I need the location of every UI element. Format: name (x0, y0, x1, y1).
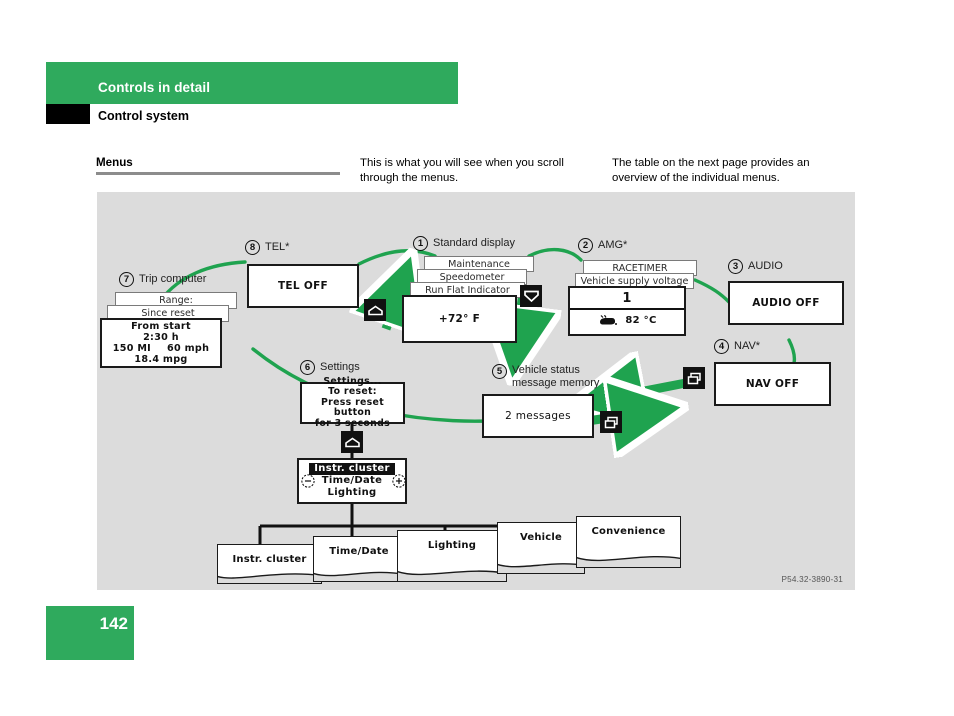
settings-line-4: for 3 seconds (315, 417, 390, 429)
callout-label: AMG* (598, 239, 628, 252)
chapter-title: Controls in detail (98, 80, 211, 95)
submenu-item-lighting[interactable]: Lighting (328, 487, 377, 499)
down-arrow-icon[interactable] (520, 285, 542, 307)
callout-number: 4 (714, 339, 729, 354)
trip-from-start-title: From start (131, 321, 191, 332)
menus-rule (96, 172, 340, 175)
page-number: 142 (99, 614, 128, 633)
plus-button[interactable] (391, 473, 407, 489)
callout-1-standard-display: 1 Standard display (413, 236, 515, 251)
menus-heading: Menus (96, 156, 133, 169)
amg-oil-temperature: 82 °C (625, 315, 657, 326)
submenu-selected-item[interactable]: Instr. cluster (309, 463, 395, 475)
callout-number: 2 (578, 238, 593, 253)
callout-3-audio: 3 AUDIO (728, 259, 783, 274)
section-title: Control system (98, 109, 189, 123)
callout-number: 6 (300, 360, 315, 375)
callout-number: 1 (413, 236, 428, 251)
section-color-swatch (46, 104, 90, 124)
torn-edge (577, 556, 680, 567)
settings-line-3: Press reset button (321, 396, 384, 419)
bottom-tab-time-date[interactable]: Time/Date (313, 536, 405, 582)
callout-label: NAV* (734, 340, 761, 353)
figure-caption: P54.32-3890-31 (781, 575, 843, 584)
tab-label: Time/Date (329, 546, 389, 557)
bottom-tab-convenience[interactable]: Convenience (576, 516, 681, 568)
torn-edge (398, 570, 506, 581)
intro-paragraph-2: The table on the next page provides an o… (612, 157, 810, 184)
intro-paragraph-1: This is what you will see when you scrol… (360, 157, 564, 184)
tab-label: Convenience (591, 526, 666, 537)
home-icon[interactable] (364, 299, 386, 321)
audio-display-box: AUDIO OFF (728, 281, 844, 325)
trip-computer-card-from-start: From start 2:30 h 150 MI 60 mph 18.4 mpg (100, 318, 222, 368)
callout-number: 7 (119, 272, 134, 287)
amg-voltage-value: 1 (622, 291, 632, 306)
torn-edge (218, 573, 321, 583)
minus-button[interactable] (300, 473, 316, 489)
back-icon[interactable] (683, 367, 705, 389)
oil-temperature-icon (600, 314, 618, 325)
callout-label: Vehicle status message memory (512, 364, 600, 389)
callout-number: 8 (245, 240, 260, 255)
tab-label: Lighting (427, 540, 477, 551)
bottom-tab-instr-cluster[interactable]: Instr. cluster (217, 544, 322, 584)
amg-card-front: 1 82 °C (568, 286, 686, 336)
trip-speed: 60 mph (167, 343, 210, 354)
tab-label: Instr. cluster (232, 554, 307, 565)
trip-time: 2:30 h (143, 332, 179, 343)
home-icon[interactable] (341, 431, 363, 453)
standard-display-card-temperature: +72° F (402, 295, 517, 343)
nav-display-box: NAV OFF (714, 362, 831, 406)
torn-edge (498, 563, 584, 573)
menu-flow-diagram: 7 Trip computer Range: Since reset From … (97, 192, 855, 590)
callout-number: 5 (492, 364, 507, 379)
callout-5-vehicle-status: 5 Vehicle status message memory (492, 364, 599, 389)
tel-display-box: TEL OFF (247, 264, 359, 308)
callout-label: Trip computer (139, 273, 207, 286)
settings-box: Settings... To reset: Press reset button… (300, 376, 405, 428)
bottom-tab-vehicle[interactable]: Vehicle (497, 522, 585, 574)
torn-edge (314, 571, 404, 581)
callout-label: Standard display (433, 237, 515, 250)
callout-label: TEL* (265, 241, 290, 254)
submenu-item-time-date[interactable]: Time/Date (322, 475, 382, 487)
callout-8-tel: 8 TEL* (245, 240, 289, 255)
bottom-tab-lighting[interactable]: Lighting (397, 530, 507, 582)
vehicle-status-box: 2 messages (482, 394, 594, 438)
callout-2-amg: 2 AMG* (578, 238, 627, 253)
callout-label: Settings (320, 361, 360, 374)
trip-economy: 18.4 mpg (134, 354, 188, 365)
callout-number: 3 (728, 259, 743, 274)
trip-distance: 150 MI (112, 343, 152, 354)
callout-7-trip-computer: 7 Trip computer (119, 272, 206, 287)
callout-6-settings: 6 Settings (300, 360, 360, 375)
back-icon[interactable] (600, 411, 622, 433)
callout-label: AUDIO (748, 260, 783, 273)
tab-label: Vehicle (519, 532, 563, 543)
callout-4-nav: 4 NAV* (714, 339, 760, 354)
